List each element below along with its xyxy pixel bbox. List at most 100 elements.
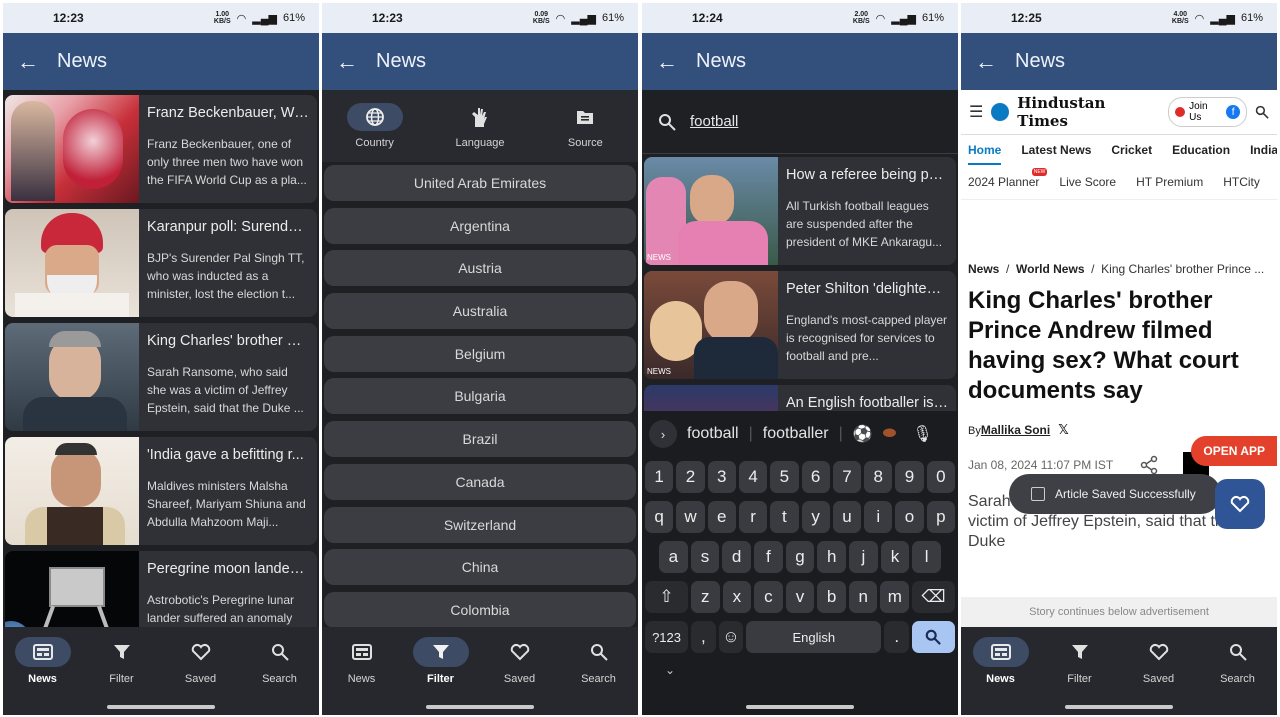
site-nav-item[interactable]: Latest News (1021, 143, 1091, 165)
breadcrumb-item[interactable]: News (968, 262, 999, 276)
key[interactable]: u (832, 501, 862, 533)
key[interactable]: k (880, 541, 910, 573)
tab-language[interactable]: Language (435, 103, 525, 149)
share-icon[interactable] (1139, 455, 1159, 475)
country-item[interactable]: Canada (324, 463, 636, 500)
search-input[interactable]: football (642, 90, 958, 154)
key[interactable]: 7 (832, 461, 862, 493)
key[interactable]: z (690, 581, 720, 613)
site-nav-home[interactable]: Home (968, 143, 1002, 165)
country-item[interactable]: Argentina (324, 207, 636, 244)
key[interactable]: h (817, 541, 847, 573)
suggestion-item[interactable]: football (687, 425, 739, 443)
search-results[interactable]: NEWS How a referee being pu... All Turki… (642, 155, 958, 411)
country-item[interactable]: United Arab Emirates (324, 165, 636, 201)
key[interactable]: 2 (676, 461, 705, 493)
search-query[interactable]: football (690, 113, 738, 130)
backspace-key[interactable]: ⌫ (912, 581, 955, 613)
period-key[interactable]: . (884, 621, 909, 653)
key[interactable]: 3 (707, 461, 736, 493)
key[interactable]: 1 (645, 461, 674, 493)
news-card[interactable]: 'India gave a befitting r... Maldives mi… (5, 437, 317, 545)
key[interactable]: d (722, 541, 751, 573)
back-arrow-icon[interactable]: ← (656, 49, 678, 75)
country-item[interactable]: Austria (324, 250, 636, 287)
menu-icon[interactable]: ☰ (969, 102, 983, 122)
emoji-icon[interactable]: ☺ (718, 621, 744, 653)
nav-saved[interactable]: Saved (485, 637, 555, 715)
key[interactable]: l (912, 541, 942, 573)
shift-key[interactable]: ⇧ (645, 581, 688, 613)
key[interactable]: r (738, 501, 768, 533)
soft-keyboard[interactable]: › football | footballer | ⚽ ⬬ 🎙 1 2 3 4 … (642, 411, 958, 715)
news-card[interactable]: Franz Beckenbauer, Wo... Franz Beckenbau… (5, 95, 317, 203)
key[interactable]: n (848, 581, 878, 613)
key[interactable]: c (754, 581, 783, 613)
space-key[interactable]: English (746, 621, 882, 653)
comma-key[interactable]: , (691, 621, 716, 653)
site-nav-item[interactable]: India (1250, 143, 1277, 165)
back-arrow-icon[interactable]: ← (17, 49, 39, 75)
soccer-ball-icon[interactable]: ⚽ (853, 424, 873, 444)
key[interactable]: f (754, 541, 783, 573)
country-item[interactable]: China (324, 549, 636, 586)
country-item[interactable]: Switzerland (324, 506, 636, 543)
football-icon[interactable]: ⬬ (883, 425, 897, 443)
key[interactable]: 0 (926, 461, 955, 493)
gesture-bar[interactable] (426, 705, 534, 709)
gesture-bar[interactable] (107, 705, 215, 709)
microphone-icon[interactable]: 🎙 (912, 424, 932, 444)
result-card[interactable]: An English footballer is ... (644, 385, 956, 411)
nav-search[interactable]: Search (1203, 637, 1273, 715)
breadcrumb-item[interactable]: World News (1016, 262, 1084, 276)
key[interactable]: p (926, 501, 955, 533)
keyboard-hide-icon[interactable]: ⌄ (665, 663, 955, 677)
key[interactable]: j (849, 541, 878, 573)
back-arrow-icon[interactable]: ← (336, 49, 358, 75)
result-card[interactable]: NEWS How a referee being pu... All Turki… (644, 157, 956, 265)
tab-source[interactable]: Source (540, 103, 630, 149)
country-list[interactable]: United Arab Emirates Argentina Austria A… (322, 165, 638, 627)
save-fab[interactable] (1215, 479, 1265, 529)
site-subnav-item[interactable]: 2024 Planner NEW (968, 168, 1048, 189)
open-app-button[interactable]: OPEN APP (1191, 436, 1277, 466)
key[interactable]: o (895, 501, 924, 533)
news-card[interactable]: Karanpur poll: Surender... BJP's Surende… (5, 209, 317, 317)
chevron-right-icon[interactable]: › (649, 420, 677, 448)
news-list[interactable]: Franz Beckenbauer, Wo... Franz Beckenbau… (3, 93, 319, 627)
key[interactable]: 8 (864, 461, 893, 493)
nav-news[interactable]: News (966, 637, 1036, 715)
country-item[interactable]: Bulgaria (324, 378, 636, 415)
site-nav-item[interactable]: Cricket (1111, 143, 1152, 165)
search-icon[interactable] (1255, 105, 1269, 119)
key[interactable]: t (770, 501, 799, 533)
key[interactable]: b (817, 581, 846, 613)
article-webview[interactable]: ☰ Hindustan Times Join Us f Home Latest … (961, 90, 1277, 627)
key[interactable]: 6 (801, 461, 830, 493)
gesture-bar[interactable] (746, 705, 854, 709)
nav-saved[interactable]: Saved (166, 637, 236, 715)
news-card[interactable]: Peregrine moon lander ... Astrobotic's P… (5, 551, 317, 627)
key[interactable]: 5 (770, 461, 799, 493)
key[interactable]: a (658, 541, 688, 573)
symbols-key[interactable]: ?123 (645, 621, 689, 653)
nav-filter[interactable]: Filter (87, 637, 157, 715)
key[interactable]: i (864, 501, 893, 533)
country-item[interactable]: Australia (324, 293, 636, 330)
country-item[interactable]: Brazil (324, 421, 636, 458)
x-twitter-icon[interactable]: 𝕏 (1058, 422, 1068, 438)
key[interactable]: m (880, 581, 910, 613)
nav-news[interactable]: News (327, 637, 397, 715)
site-logo[interactable]: Hindustan Times (1017, 94, 1160, 130)
news-card[interactable]: King Charles' brother Pr... Sarah Ransom… (5, 323, 317, 431)
key[interactable]: q (645, 501, 674, 533)
country-item[interactable]: Colombia (324, 591, 636, 627)
key[interactable]: g (785, 541, 815, 573)
back-arrow-icon[interactable]: ← (975, 49, 997, 75)
key[interactable]: x (722, 581, 752, 613)
site-subnav-item[interactable]: Live Score (1059, 175, 1116, 189)
key[interactable]: 9 (895, 461, 924, 493)
nav-saved[interactable]: Saved (1124, 637, 1194, 715)
key[interactable]: e (707, 501, 736, 533)
nav-filter[interactable]: Filter (406, 637, 476, 715)
